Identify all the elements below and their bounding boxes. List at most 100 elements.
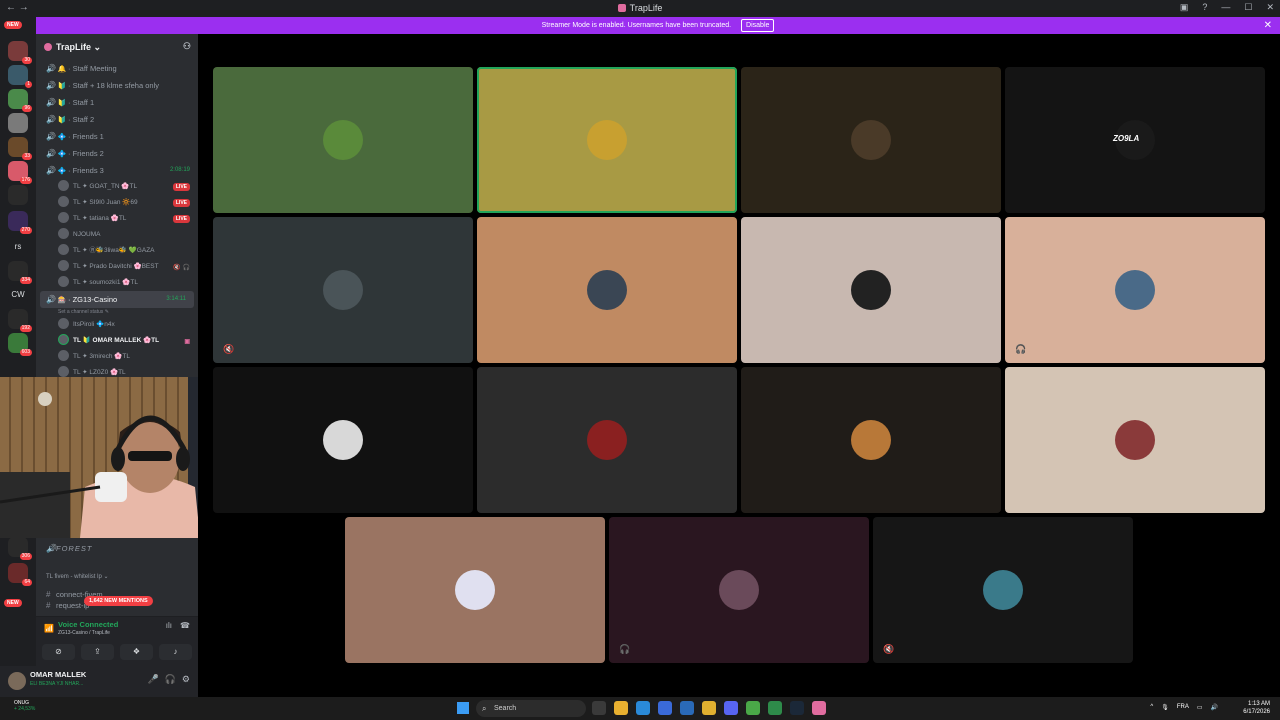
- stock-widget[interactable]: ONUG + 24,53%: [14, 700, 35, 712]
- avatar: [58, 180, 69, 191]
- tray-mic-icon[interactable]: 🎙: [1161, 704, 1169, 711]
- voice-channel[interactable]: 🔊FOREST: [36, 540, 198, 557]
- participant-tile[interactable]: 🎧: [609, 517, 869, 663]
- chrome-alt-icon[interactable]: [746, 701, 760, 715]
- server-header[interactable]: TrapLife ⌄ ⚇: [36, 34, 198, 60]
- volume-icon[interactable]: 🔊: [1211, 704, 1218, 711]
- close-banner-icon[interactable]: ✕: [1264, 17, 1272, 34]
- network-icon[interactable]: ▭: [1197, 704, 1203, 711]
- language-indicator[interactable]: FRA: [1177, 704, 1189, 711]
- chrome-icon[interactable]: [702, 701, 716, 715]
- voice-channel[interactable]: 🔊 🔔 · Staff Meeting: [36, 60, 198, 77]
- minimize-button[interactable]: —: [1221, 2, 1230, 13]
- task-view-icon[interactable]: [592, 701, 606, 715]
- activities-button[interactable]: ❖: [120, 644, 153, 660]
- add-member-icon[interactable]: ⚇: [183, 41, 191, 52]
- disable-streamer-mode-button[interactable]: Disable: [741, 19, 775, 32]
- tray-chevron-icon[interactable]: ^: [1150, 704, 1153, 711]
- voice-channel[interactable]: 🔊 💠 · Friends 1: [36, 128, 198, 145]
- participant-tile[interactable]: 🎧: [1005, 217, 1265, 363]
- participant-tile[interactable]: 🔇: [873, 517, 1133, 663]
- participant-tile[interactable]: [741, 217, 1001, 363]
- voice-channel[interactable]: 🔊 🔰 · Staff + 18 klme sfeha only: [36, 77, 198, 94]
- voice-channel[interactable]: 🔊 💠 · Friends 3 2:08:19: [36, 162, 198, 179]
- voice-user[interactable]: TL ✦ GOAT_TN 🌸TL LIVE: [36, 179, 198, 195]
- participant-tile[interactable]: [1005, 367, 1265, 513]
- taskbar-search[interactable]: ⌕ Search: [476, 700, 586, 717]
- document-icon[interactable]: [768, 701, 782, 715]
- server-icon[interactable]: CW: [8, 285, 28, 305]
- screen-share-button[interactable]: ⇪: [81, 644, 114, 660]
- voice-user[interactable]: TL ✦ SI9I0 Juan 🔆69 LIVE: [36, 195, 198, 211]
- voice-channel[interactable]: 🔊 🔰 · Staff 2: [36, 111, 198, 128]
- help-icon[interactable]: ?: [1202, 2, 1207, 13]
- voice-user[interactable]: NJOUMA: [36, 227, 198, 243]
- new-mentions-pill[interactable]: 1,642 NEW MENTIONS: [84, 596, 153, 606]
- windows-start-icon[interactable]: [457, 702, 469, 714]
- camera-off-button[interactable]: ⊘: [42, 644, 75, 660]
- edge-icon[interactable]: [636, 701, 650, 715]
- category-header[interactable]: TL fivem - whitelist lp ⌄: [36, 569, 198, 586]
- clock[interactable]: 1:13 AM 6/17/2026: [1243, 700, 1270, 716]
- server-icon[interactable]: 270: [8, 211, 32, 234]
- voice-channel[interactable]: 🔊 💠 · Friends 2: [36, 145, 198, 162]
- participant-tile[interactable]: [741, 67, 1001, 213]
- server-icon[interactable]: 33: [8, 137, 32, 160]
- server-icon[interactable]: 30: [8, 41, 32, 64]
- participant-tile[interactable]: [477, 67, 737, 213]
- participant-tile[interactable]: 🔇: [213, 217, 473, 363]
- participant-tile[interactable]: [477, 367, 737, 513]
- voice-user[interactable]: ItsPiroli 💠n4x: [36, 317, 198, 333]
- server-icon[interactable]: 603: [8, 333, 32, 356]
- server-icon[interactable]: 334: [8, 261, 32, 284]
- voice-user[interactable]: TL ✦ soumozki1 🌸TL: [36, 275, 198, 291]
- server-icon[interactable]: 64: [8, 563, 32, 586]
- mail-icon[interactable]: [680, 701, 694, 715]
- voice-channel[interactable]: 🔊 🔰 · Staff 1: [36, 94, 198, 111]
- server-icon[interactable]: 1: [8, 65, 32, 88]
- participant-tile[interactable]: [213, 67, 473, 213]
- server-icon[interactable]: 192: [8, 309, 32, 332]
- voice-user[interactable]: TL ✦ tatiana 🌸TL LIVE: [36, 211, 198, 227]
- participant-tile[interactable]: [345, 517, 605, 663]
- username[interactable]: OMAR MALLEK: [30, 670, 86, 679]
- discord-icon[interactable]: [724, 701, 738, 715]
- disconnect-icon[interactable]: ☎: [180, 621, 190, 630]
- participant-tile[interactable]: ZO9LA: [1005, 67, 1265, 213]
- server-icon[interactable]: [8, 185, 28, 205]
- avatar[interactable]: [8, 672, 26, 690]
- server-icon[interactable]: [8, 113, 28, 133]
- close-button[interactable]: ✕: [1266, 2, 1274, 13]
- server-rail: NEW 30 1 96 33 176 270 rs 334 CW 192 603…: [0, 17, 36, 697]
- settings-gear-icon[interactable]: ⚙: [182, 674, 190, 685]
- traplife-app-icon[interactable]: [812, 701, 826, 715]
- voice-channel-path[interactable]: ZG13-Casino / TrapLife: [58, 630, 110, 636]
- inbox-icon[interactable]: ▣: [1180, 2, 1189, 13]
- voice-channel-active[interactable]: 🔊 🎰 · ZG13-Casino 3:14:11: [40, 291, 194, 308]
- speaker-icon: 🔊: [46, 132, 56, 141]
- maximize-button[interactable]: ☐: [1244, 2, 1252, 13]
- voice-connected-label[interactable]: Voice Connected: [58, 620, 118, 629]
- server-icon[interactable]: rs: [8, 237, 28, 257]
- channel-status[interactable]: Set a channel status ✎: [36, 308, 198, 317]
- microphone-icon[interactable]: 🎤: [147, 674, 158, 685]
- live-badge: LIVE: [172, 215, 190, 223]
- voice-user[interactable]: TL ✦ Prado Davitchi 🌸BEST 🔇 🎧: [36, 259, 198, 275]
- server-icon[interactable]: 176: [8, 161, 32, 184]
- headphones-icon[interactable]: 🎧: [165, 674, 176, 685]
- voice-user[interactable]: TL ✦ 3mirech 🌸TL: [36, 349, 198, 365]
- file-explorer-icon[interactable]: [614, 701, 628, 715]
- soundboard-button[interactable]: ♪: [159, 644, 192, 660]
- noise-suppression-icon[interactable]: ılı: [166, 621, 172, 630]
- speaker-icon: 🔊: [46, 166, 56, 175]
- steam-icon[interactable]: [790, 701, 804, 715]
- participant-tile[interactable]: [741, 367, 1001, 513]
- avatar: [58, 318, 69, 329]
- participant-tile[interactable]: [213, 367, 473, 513]
- voice-user-self[interactable]: TL 🔰 OMAR MALLEK 🌸TL ▣: [36, 333, 198, 349]
- voice-user[interactable]: TL ✦ Ⓡ🐝3liwa🐝 💚GAZA: [36, 243, 198, 259]
- server-icon[interactable]: 96: [8, 89, 32, 112]
- server-icon[interactable]: 306: [8, 537, 32, 560]
- participant-tile[interactable]: [477, 217, 737, 363]
- store-icon[interactable]: [658, 701, 672, 715]
